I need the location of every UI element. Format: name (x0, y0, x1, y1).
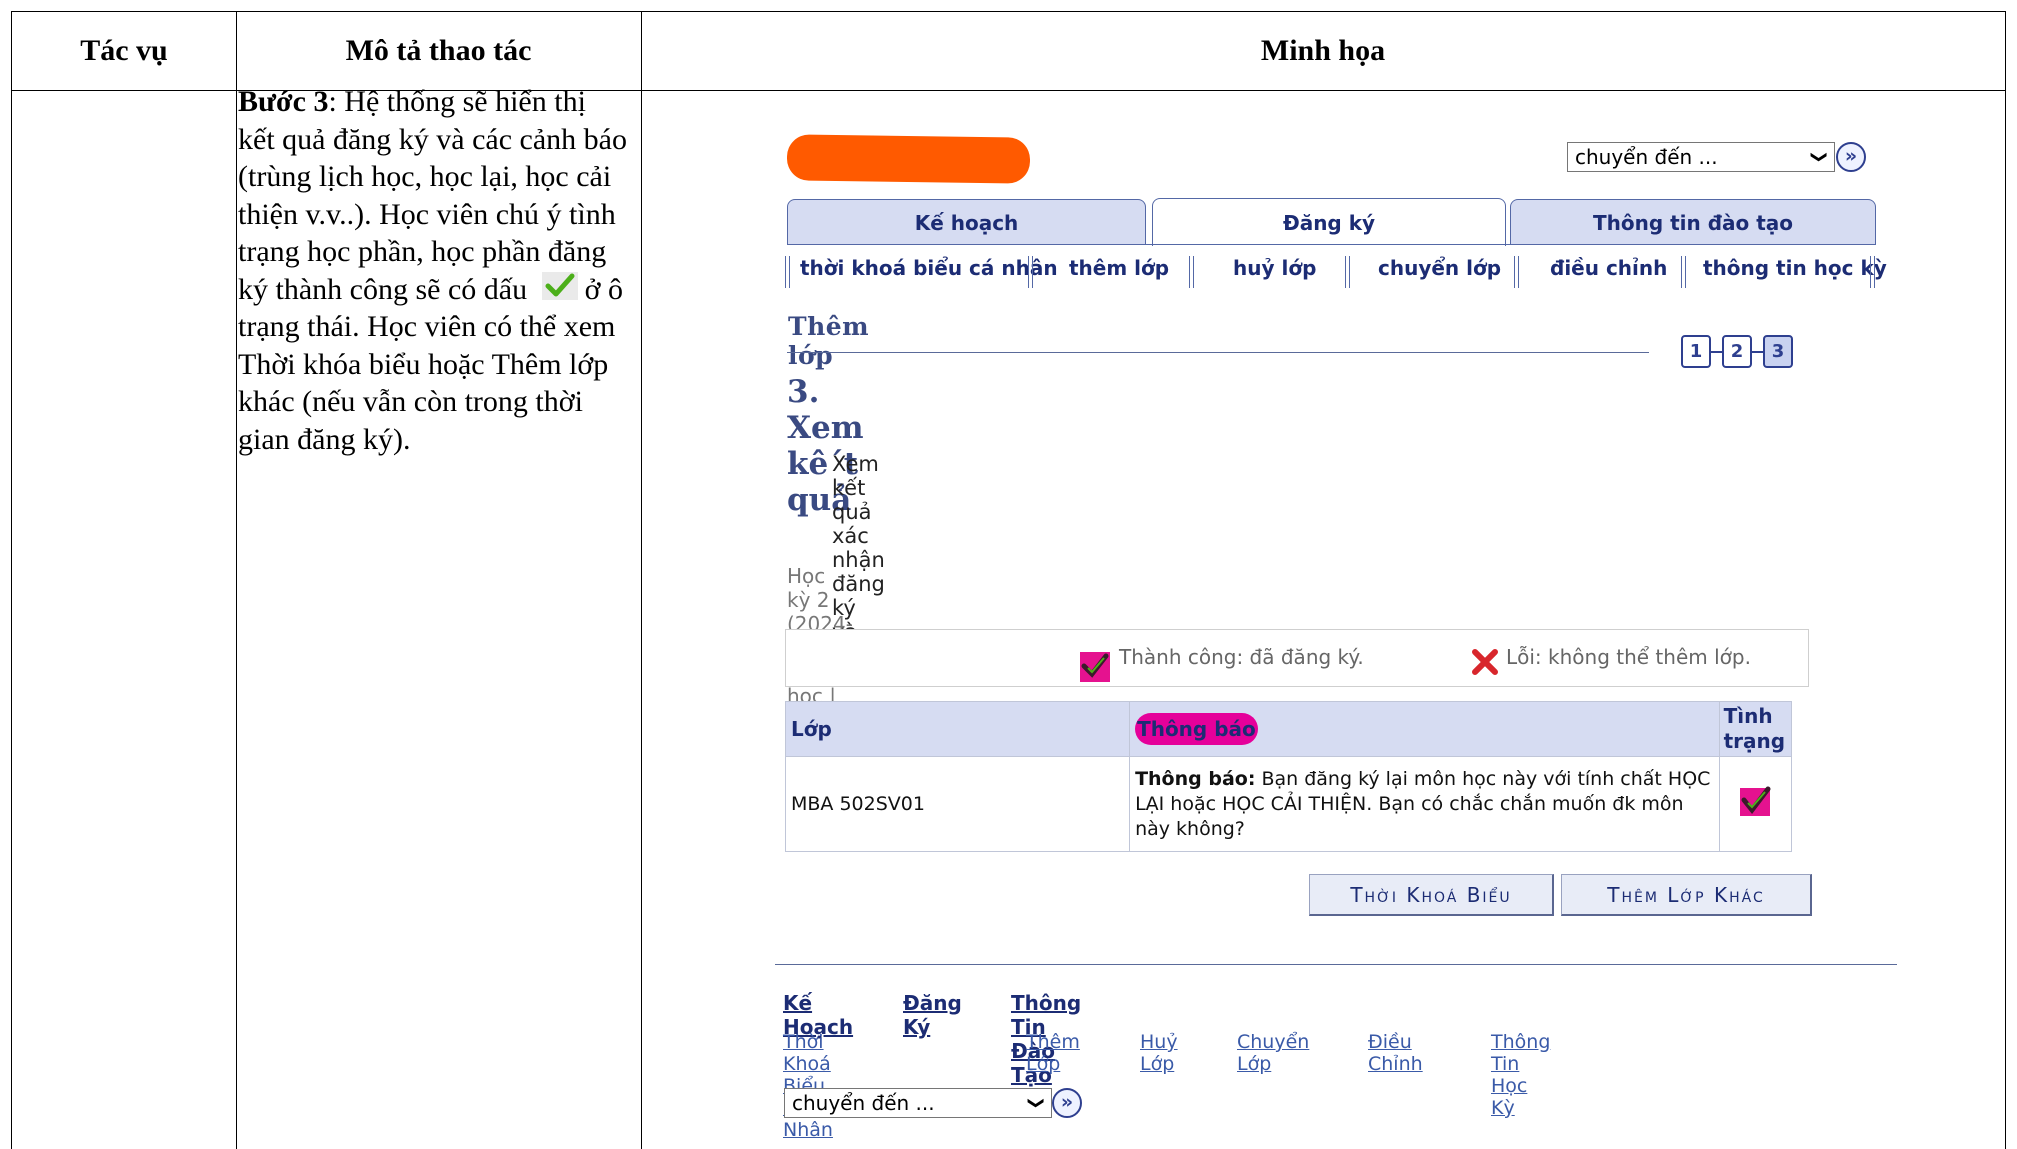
subnav-thoi-khoa-bieu[interactable]: thời khoá biểu cá nhân (800, 256, 1058, 286)
tab-dang-ky[interactable]: Đăng ký (1152, 198, 1506, 246)
row-class: MBA 502SV01 (784, 756, 1131, 852)
footer-go-icon[interactable]: » (1052, 1088, 1082, 1118)
row-status (1718, 756, 1793, 852)
footer-jump-select[interactable]: chuyển đến ... ❯ (784, 1088, 1052, 1118)
subnav-huy-lop[interactable]: huỷ lớp (1233, 256, 1316, 286)
redacted-logo (786, 134, 1031, 184)
step-label: Bước 3 (238, 85, 329, 118)
subnav-them-lop[interactable]: thêm lớp (1069, 256, 1169, 286)
schedule-button[interactable]: Thời Khoá Biểu (1309, 874, 1554, 916)
step-connector (1711, 351, 1722, 353)
legend-error: Lỗi: không thể thêm lớp. (1506, 645, 1751, 669)
table-row: MBA 502SV01 Thông báo: Bạn đăng ký lại m… (784, 756, 1793, 852)
add-more-class-button[interactable]: Thêm Lớp Khác (1561, 874, 1812, 916)
tab-label: Thông tin đào tạo (1592, 210, 1794, 235)
tab-thong-tin-dao-tao[interactable]: Thông tin đào tạo (1510, 199, 1876, 245)
subnav-chuyen-lop[interactable]: chuyển lớp (1378, 256, 1501, 286)
col-status: Tình trạng (1718, 701, 1793, 757)
step-2: 2 (1722, 335, 1752, 368)
subnav-separator (1681, 256, 1686, 288)
subnav-separator (1514, 256, 1519, 288)
green-check-icon (541, 271, 579, 301)
pink-check-icon (1080, 652, 1110, 686)
title-underline (787, 352, 1649, 353)
row-message: Thông báo: Bạn đăng ký lại môn học này v… (1129, 756, 1720, 852)
footer-link-huy-lop[interactable]: Huỷ Lớp (1140, 1031, 1178, 1075)
red-x-icon (1471, 648, 1499, 680)
header-illustration: Minh họa (1260, 34, 1386, 67)
subnav-separator (1189, 256, 1194, 288)
footer-jump-select-value: chuyển đến ... (792, 1091, 935, 1115)
col-class: Lớp (784, 701, 1131, 757)
chevron-down-icon: ❯ (1027, 1096, 1047, 1110)
subnav-thong-tin-hoc-ky[interactable]: thông tin học kỳ (1703, 256, 1887, 286)
go-icon[interactable]: » (1836, 142, 1866, 172)
col-message-label: Thông báo (1135, 713, 1258, 745)
legend-success: Thành công: đã đăng ký. (1119, 645, 1364, 669)
col-message: Thông báo (1129, 701, 1720, 757)
chevron-down-icon: ❯ (1810, 150, 1830, 164)
tab-baseline (787, 244, 1876, 245)
jump-select-value: chuyển đến ... (1575, 145, 1718, 169)
legend-box: Thành công: đã đăng ký. Lỗi: không thể t… (785, 629, 1809, 687)
header-task: Tác vụ (80, 34, 168, 67)
row-message-label: Thông báo: (1135, 767, 1256, 790)
step-3: 3 (1763, 335, 1793, 368)
footer-link-chuyen-lop[interactable]: Chuyển Lớp (1237, 1031, 1309, 1075)
footer-link-dieu-chinh[interactable]: Điều Chỉnh (1368, 1031, 1423, 1075)
subnav-dieu-chinh[interactable]: điều chỉnh (1550, 256, 1667, 286)
step-connector (1752, 351, 1763, 353)
step-description: Bước 3: Hệ thống sẽ hiển thị kết quả đăn… (238, 83, 628, 458)
page-title: Thêm lớp (788, 312, 870, 370)
footer-divider (775, 964, 1897, 965)
step-1: 1 (1681, 335, 1711, 368)
results-table: Lớp Thông báo Tình trạng MBA 502SV01 Thô… (784, 701, 1793, 852)
pink-check-icon (1738, 786, 1772, 823)
column-divider (641, 12, 642, 1149)
subnav-separator (1870, 256, 1875, 288)
tab-label: Kế hoạch (914, 210, 1019, 235)
subnav-separator (785, 256, 790, 288)
results-header-row: Lớp Thông báo Tình trạng (784, 701, 1793, 757)
footer-link-dang-ky[interactable]: Đăng Ký (903, 991, 962, 1039)
tab-ke-hoach[interactable]: Kế hoạch (787, 199, 1146, 245)
subnav-separator (1345, 256, 1350, 288)
footer-link-them-lop[interactable]: Thêm Lớp (1026, 1031, 1080, 1075)
subnav-separator (1028, 256, 1033, 288)
column-divider (236, 12, 237, 1149)
header-description: Mô tả thao tác (345, 34, 532, 67)
tab-label: Đăng ký (1282, 210, 1376, 235)
footer-link-thong-tin-hoc-ky[interactable]: Thông Tin Học Kỳ (1491, 1031, 1550, 1119)
footer-link-thoi-khoa-bieu[interactable]: Thời Khoá Biểu Cá Nhân (783, 1031, 833, 1141)
jump-select[interactable]: chuyển đến ... ❯ (1567, 142, 1835, 172)
